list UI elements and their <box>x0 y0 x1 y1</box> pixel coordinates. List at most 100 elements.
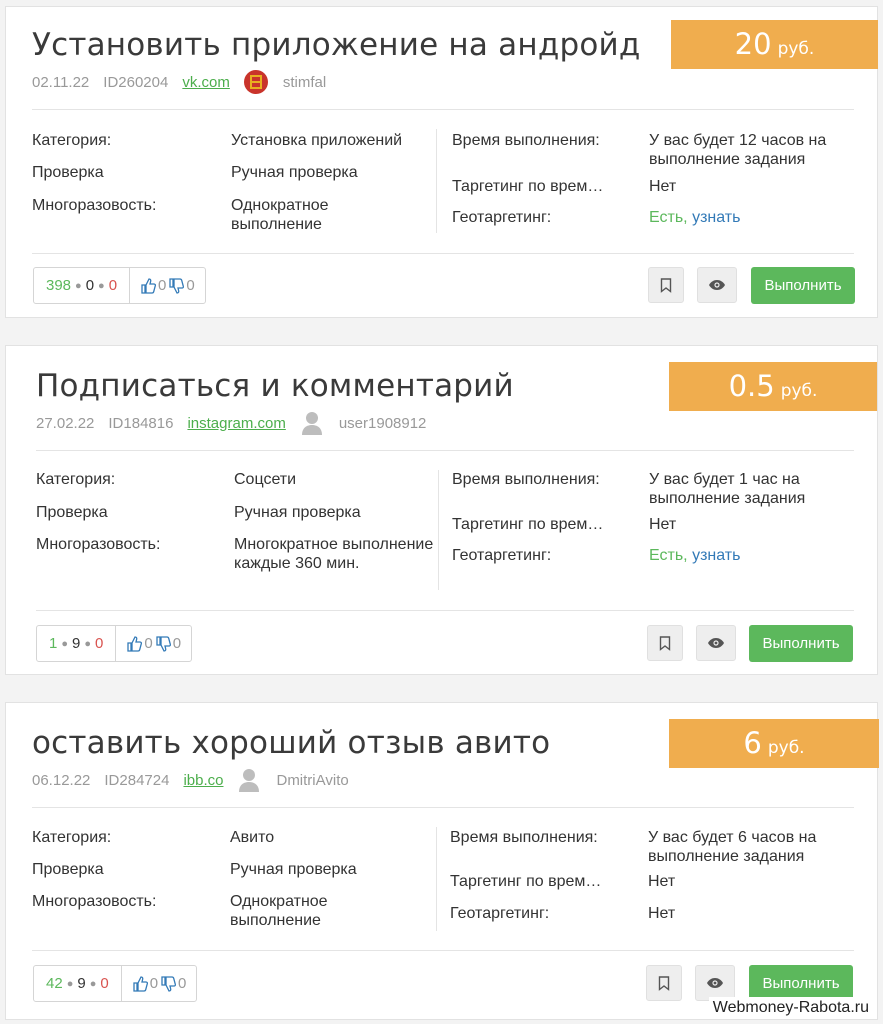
rating: 0 0 <box>122 966 197 1001</box>
label-repeat: Многоразовость: <box>32 197 157 214</box>
label-time: Время выполнения: <box>450 829 598 846</box>
rating: 0 0 <box>130 268 205 303</box>
task-author[interactable]: stimfal <box>283 74 326 91</box>
stat-rejected: 0 <box>95 635 104 652</box>
price-currency: руб. <box>777 39 815 59</box>
site-watermark: Webmoney-Rabota.ru <box>708 997 873 1019</box>
price-amount: 0.5 <box>728 369 775 403</box>
price-badge: 20 руб. <box>671 20 878 69</box>
value-time: У вас будет 1 час на выполнение задания <box>649 471 806 507</box>
label-geo: Геотаргетинг: <box>452 209 552 226</box>
thumbs-up-icon[interactable] <box>132 975 148 992</box>
task-id: ID260204 <box>103 73 169 91</box>
stat-pending: 9 <box>72 635 81 652</box>
label-check: Проверка <box>36 504 108 521</box>
label-category: Категория: <box>32 829 112 846</box>
label-repeat: Многоразовость: <box>36 536 161 553</box>
stat-done: 42 <box>46 975 63 992</box>
price-amount: 6 <box>743 726 762 760</box>
task-title[interactable]: Установить приложение на андройд <box>32 27 640 63</box>
label-geo: Геотаргетинг: <box>452 547 552 564</box>
preview-button[interactable] <box>696 625 736 661</box>
bookmark-button[interactable] <box>647 625 683 661</box>
bookmark-icon <box>658 975 670 991</box>
completion-counters: 398 ● 0 ● 0 <box>34 268 131 303</box>
price-amount: 20 <box>734 27 772 61</box>
task-card: оставить хороший отзыв авито 6 руб. 06.1… <box>5 702 879 1020</box>
label-time: Время выполнения: <box>452 132 600 149</box>
value-time-targeting: Нет <box>649 516 677 533</box>
task-author[interactable]: user1908912 <box>339 415 427 432</box>
value-time: У вас будет 6 часов на выполнение задани… <box>648 829 817 865</box>
dislikes-count: 0 <box>178 975 187 992</box>
task-title[interactable]: Подписаться и комментарий <box>36 368 514 404</box>
value-category: Установка приложений <box>231 132 403 149</box>
thumbs-down-icon[interactable] <box>168 277 185 294</box>
thumbs-down-icon[interactable] <box>155 635 171 652</box>
value-category: Соцсети <box>234 471 297 488</box>
flag-avatar-icon[interactable] <box>243 69 269 95</box>
task-date: 02.11.22 <box>32 73 90 91</box>
task-id: ID284724 <box>104 771 170 789</box>
task-meta: 27.02.22 ID184816 instagram.com user1908… <box>36 410 426 436</box>
label-time: Время выполнения: <box>452 471 600 488</box>
dislikes-count: 0 <box>172 635 182 652</box>
task-card: Установить приложение на андройд 20 руб.… <box>5 6 878 318</box>
eye-icon <box>707 978 723 988</box>
stat-pending: 9 <box>77 975 86 992</box>
divider <box>32 807 854 808</box>
task-site-link[interactable]: vk.com <box>182 74 230 91</box>
label-category: Категория: <box>32 132 112 149</box>
stat-done: 398 <box>46 277 72 294</box>
stat-rejected: 0 <box>100 975 109 992</box>
value-time-targeting: Нет <box>649 178 677 195</box>
label-time-targeting: Таргетинг по врем… <box>452 516 604 533</box>
user-avatar-icon[interactable] <box>299 410 325 436</box>
stat-rejected: 0 <box>108 277 118 294</box>
price-currency: руб. <box>780 381 818 401</box>
task-meta: 06.12.22 ID284724 ibb.co DmitriAvito <box>32 767 349 793</box>
geo-details-link[interactable]: узнать <box>692 209 740 226</box>
task-site-link[interactable]: ibb.co <box>183 772 223 789</box>
bookmark-icon <box>660 277 672 293</box>
execute-button[interactable]: Выполнить <box>749 625 853 662</box>
bookmark-button[interactable] <box>646 965 682 1001</box>
value-repeat: Многократное выполнение каждые 360 мин. <box>234 536 434 572</box>
completion-counters: 42 ● 9 ● 0 <box>34 966 122 1001</box>
divider <box>36 610 854 611</box>
preview-button[interactable] <box>695 965 735 1001</box>
geo-status: Есть, <box>649 547 688 564</box>
bookmark-button[interactable] <box>648 267 684 303</box>
column-divider <box>436 827 437 931</box>
value-geo: Есть, узнать <box>649 208 740 227</box>
user-avatar-icon[interactable] <box>236 767 262 793</box>
likes-count: 0 <box>149 975 159 992</box>
thumbs-up-icon[interactable] <box>126 635 143 652</box>
task-author[interactable]: DmitriAvito <box>276 772 348 789</box>
label-time-targeting: Таргетинг по врем… <box>450 873 602 890</box>
task-stats: 42 ● 9 ● 0 0 0 <box>33 965 198 1002</box>
geo-details-link[interactable]: узнать <box>692 547 740 564</box>
task-meta: 02.11.22 ID260204 vk.com stimfal <box>32 69 326 95</box>
value-check: Ручная проверка <box>234 504 361 521</box>
task-card: Подписаться и комментарий 0.5 руб. 27.02… <box>5 345 878 675</box>
value-repeat: Однократное выполнение <box>231 197 329 233</box>
task-id: ID184816 <box>108 414 174 432</box>
thumbs-up-icon[interactable] <box>140 277 157 294</box>
eye-icon <box>708 638 724 648</box>
preview-button[interactable] <box>697 267 737 303</box>
price-currency: руб. <box>767 738 805 758</box>
execute-button[interactable]: Выполнить <box>751 267 855 304</box>
value-time-targeting: Нет <box>648 873 676 890</box>
completion-counters: 1 ● 9 ● 0 <box>37 626 117 661</box>
value-check: Ручная проверка <box>231 164 358 181</box>
thumbs-down-icon[interactable] <box>160 975 177 992</box>
value-time: У вас будет 12 часов на выполнение задан… <box>649 132 827 168</box>
price-badge: 0.5 руб. <box>669 362 877 411</box>
rating: 0 0 <box>116 626 191 661</box>
value-category: Авито <box>230 829 275 846</box>
column-divider <box>436 129 437 233</box>
task-site-link[interactable]: instagram.com <box>187 415 285 432</box>
task-title[interactable]: оставить хороший отзыв авито <box>32 725 550 761</box>
likes-count: 0 <box>144 635 153 652</box>
